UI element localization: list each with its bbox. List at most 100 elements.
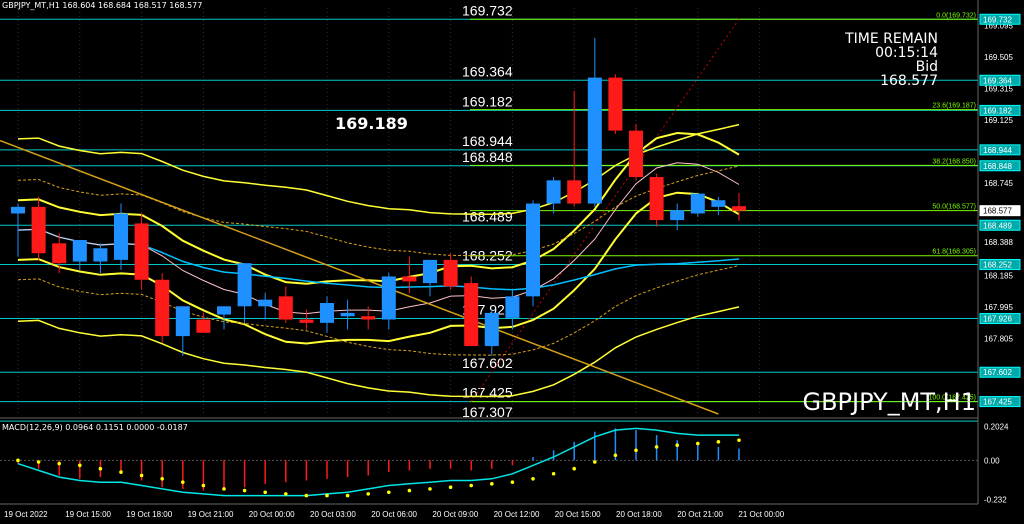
candle-body [155,279,170,337]
level-label: 168.944 [462,133,513,149]
time-tick: 20 Oct 21:00 [677,510,723,519]
candle-body [361,316,376,320]
candle-body [464,283,479,347]
level-label: 167.602 [462,355,513,371]
macd-signal-dot [737,438,741,442]
candle-body [649,177,664,221]
candle-body [299,319,314,323]
macd-signal-dot [716,440,721,444]
chart-header: GBPJPY_MT,H1 168.604 168.684 168.517 168… [2,1,203,10]
candle-body [11,206,25,214]
candle-body [587,77,602,204]
level-label: 167.425 [462,385,513,401]
macd-signal-dot [428,487,432,491]
time-tick: 20 Oct 15:00 [555,510,601,519]
candle-body [196,319,211,333]
macd-signal-dot [36,460,41,464]
macd-signal-dot [325,493,329,498]
macd-signal-dot [201,483,206,488]
candle-body [237,263,252,307]
macd-signal-dot [593,460,597,464]
candle-body [381,276,396,320]
candle-body [732,206,746,211]
candle-body [690,193,705,214]
candle-body [711,200,726,207]
time-remain-value: 00:15:14 [875,45,938,61]
candle-body [93,248,108,262]
macd-signal-dot [284,492,288,496]
price-tick: 168.185 [984,272,1013,281]
macd-tick: 0.00 [984,456,1000,465]
price-tag: 168.489 [983,221,1012,230]
macd-signal-dot [16,458,20,463]
macd-signal-dot [654,445,659,449]
fib-label: 23.6(169.187) [932,103,976,110]
candle-body [278,296,293,320]
macd-signal-dot [160,477,164,481]
macd-signal-dot [263,490,268,495]
price-tag: 168.252 [983,261,1012,270]
candle-body [175,306,190,337]
macd-signal-dot [448,485,453,490]
candle-body [52,243,67,264]
macd-signal-dot [531,477,535,481]
candle-body [629,130,643,178]
level-label: 169.732 [462,2,513,18]
macd-signal-dot [119,470,123,474]
price-tag: 169.182 [983,106,1012,115]
time-tick: 20 Oct 00:00 [249,510,295,519]
candle-body [134,223,149,280]
time-tick: 20 Oct 06:00 [371,510,417,519]
macd-tick: 0.2024 [984,422,1009,431]
time-remain-label: TIME REMAIN [845,31,938,47]
macd-signal-dot [181,480,185,484]
macd-signal-dot [222,487,226,491]
time-remain-panel: TIME REMAIN 00:15:14 Bid 168.577 [845,32,938,88]
candle-body [258,299,273,307]
level-label: 169.182 [462,93,513,109]
price-tag: 169.364 [983,76,1012,85]
macd-signal-dot [634,448,638,453]
bid-label: Bid [915,59,938,75]
price-tick: 168.388 [984,238,1013,247]
price-tick: 167.995 [984,303,1013,312]
time-tick: 20 Oct 18:00 [616,510,662,519]
fib-label: 50.0(168.577) [932,204,976,211]
macd-signal-dot [407,488,412,493]
candle-body [505,296,520,318]
time-tick: 19 Oct 21:00 [188,510,234,519]
macd-label: MACD(12,26,9) 0.0964 0.1151 0.0000 -0.01… [2,423,188,432]
fib-label: 38.2(168.850) [932,158,976,165]
bid-value: 168.577 [880,73,938,89]
fib-label: 0.0(169.732) [936,12,976,19]
macd-signal-dot [572,466,576,471]
price-tag: 168.577 [983,207,1012,216]
highlight-price: 169.189 [335,114,408,133]
time-tick: 19 Oct 18:00 [126,510,172,519]
symbol-label: GBPJPY_MT,H1 [802,388,976,416]
macd-signal-dot [139,473,144,478]
candle-body [402,276,417,282]
price-tick: 168.745 [984,179,1013,188]
time-tick: 20 Oct 12:00 [494,510,540,519]
macd-signal-dot [510,480,515,484]
macd-signal-dot [490,482,494,486]
candle-body [608,77,623,131]
macd-signal-dot [345,493,350,498]
candle-body [567,180,582,204]
time-tick: 19 Oct 15:00 [65,510,111,519]
level-label: 168.848 [462,149,513,165]
candle-body [114,213,128,260]
candle-body [670,210,685,221]
time-tick: 20 Oct 09:00 [432,510,478,519]
candle-body [217,306,231,315]
price-tag: 169.732 [983,15,1012,24]
fib-label: 61.8(168.305) [932,249,976,256]
level-label: 169.364 [462,63,513,79]
candle-body [423,259,437,284]
price-tag: 168.944 [983,146,1012,155]
price-tag: 167.926 [983,315,1012,324]
macd-signal-dot [366,492,371,496]
price-tick: 169.125 [984,116,1013,125]
candle-body [320,302,334,323]
